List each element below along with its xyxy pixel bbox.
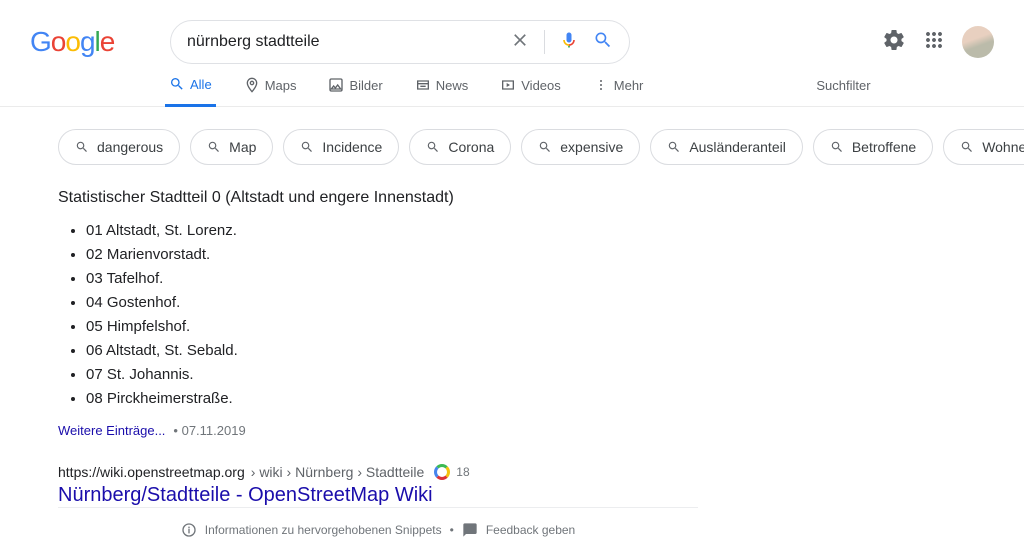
tab-label: Maps (265, 78, 297, 93)
tab-label: Bilder (349, 78, 382, 93)
tab-news[interactable]: News (411, 77, 473, 105)
list-item: 08 Pirckheimerstraße. (86, 387, 640, 411)
avatar[interactable] (962, 26, 994, 58)
tab-mehr[interactable]: Mehr (589, 77, 648, 105)
video-icon (500, 77, 516, 93)
osm-favicon (434, 464, 450, 480)
image-icon (328, 77, 344, 93)
result-title[interactable]: Nürnberg/Stadtteile - OpenStreetMap Wiki (58, 484, 433, 506)
snippet-heading: Statistischer Stadtteil 0 (Altstadt und … (58, 189, 640, 207)
tab-label: News (436, 78, 469, 93)
chip[interactable]: Incidence (283, 129, 399, 165)
list-item: 01 Altstadt, St. Lorenz. (86, 219, 640, 243)
news-icon (415, 77, 431, 93)
pin-icon (244, 77, 260, 93)
info-icon (181, 522, 197, 538)
search-icon (169, 76, 185, 92)
snippet-date: • 07.11.2019 (173, 423, 245, 438)
feedback-icon (462, 522, 478, 538)
suchfilter-link[interactable]: Suchfilter (816, 78, 870, 105)
tab-label: Mehr (614, 78, 644, 93)
list-item: 07 St. Johannis. (86, 363, 640, 387)
feedback-bar: Informationen zu hervorgehobenen Snippet… (58, 507, 698, 552)
list-item: 06 Altstadt, St. Sebald. (86, 339, 640, 363)
chip[interactable]: Betroffene (813, 129, 933, 165)
chip[interactable]: Wohnen (943, 129, 1024, 165)
chip[interactable]: Ausländeranteil (650, 129, 803, 165)
list-item: 03 Tafelhof. (86, 267, 640, 291)
list-item: 02 Marienvorstadt. (86, 243, 640, 267)
list-item: 05 Himpfelshof. (86, 315, 640, 339)
tab-bilder[interactable]: Bilder (324, 77, 386, 105)
tab-maps[interactable]: Maps (240, 77, 301, 105)
tabs-bar: Alle Maps Bilder News Videos Mehr Suchfi… (0, 64, 1024, 107)
search-box (170, 20, 630, 64)
snippet-info-link[interactable]: Informationen zu hervorgehobenen Snippet… (205, 523, 442, 537)
tab-videos[interactable]: Videos (496, 77, 565, 105)
chip[interactable]: expensive (521, 129, 640, 165)
give-feedback-link[interactable]: Feedback geben (486, 523, 575, 537)
search-input[interactable] (187, 33, 510, 51)
gear-icon[interactable] (882, 28, 906, 57)
related-chips: dangerous Map Incidence Corona expensive Ausl… (0, 107, 1024, 165)
google-logo[interactable]: Google (30, 26, 122, 58)
chip[interactable]: Map (190, 129, 273, 165)
chip[interactable]: Corona (409, 129, 511, 165)
apps-icon[interactable] (922, 28, 946, 57)
result-url[interactable]: https://wiki.openstreetmap.org › wiki › … (58, 464, 640, 480)
more-icon (593, 77, 609, 93)
chip[interactable]: dangerous (58, 129, 180, 165)
search-icon[interactable] (593, 30, 613, 55)
more-entries-link[interactable]: Weitere Einträge... (58, 423, 165, 438)
tab-label: Alle (190, 77, 212, 92)
list-item: 04 Gostenhof. (86, 291, 640, 315)
voice-search-icon[interactable] (559, 30, 579, 55)
tab-alle[interactable]: Alle (165, 76, 216, 107)
tab-label: Videos (521, 78, 561, 93)
result-count: 18 (456, 465, 469, 479)
snippet-list: 01 Altstadt, St. Lorenz.02 Marienvorstad… (58, 219, 640, 411)
clear-icon[interactable] (510, 30, 530, 55)
